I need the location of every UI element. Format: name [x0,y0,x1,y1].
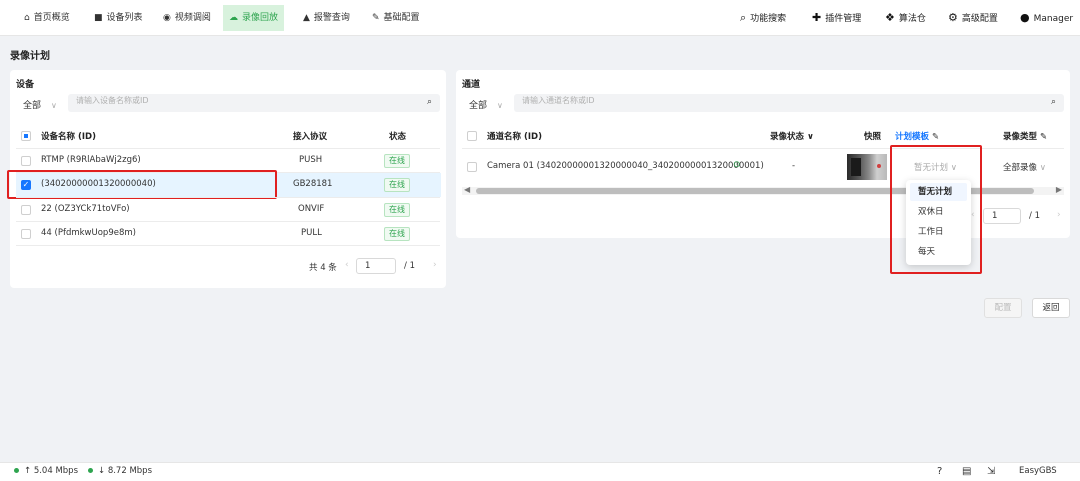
device-search-input[interactable] [76,96,376,105]
nav-playback[interactable]: ☁ 录像回放 [223,5,285,31]
status-badge: 在线 [384,154,410,168]
alarm-icon: ▲ [303,13,310,23]
pager-of: / 1 [404,261,415,271]
highlight-box [890,145,982,274]
snapshot-thumbnail[interactable] [847,154,887,180]
device-col-name: 设备名称 (ID) [41,132,96,142]
pager-of: / 1 [1029,211,1040,221]
export-icon[interactable]: ⇲ [987,466,995,477]
channel-col-plan[interactable]: 计划模板 ✎ [895,130,939,142]
device-panel-title: 设备 [16,80,35,90]
edit-icon: ✎ [372,13,380,23]
pager-page-input[interactable]: 1 [983,208,1021,224]
device-col-status: 状态 [389,132,407,142]
row-checkbox[interactable] [467,162,477,172]
chevron-down-icon: ∨ [51,101,57,110]
channel-name: Camera 01 (34020000001320000040_34020000… [487,161,764,171]
device-search-box: ⌕ [68,94,440,112]
rec-type-select[interactable]: 全部录像 ∨ [1003,161,1046,173]
status-dot [14,468,19,473]
chevron-down-icon: ∨ [806,132,814,142]
status-badge: 在线 [384,178,410,192]
back-button[interactable]: 返回 [1032,298,1070,318]
chevron-right-icon[interactable]: › [433,260,437,270]
channel-col-rec-status[interactable]: 录像状态 ∨ [770,130,814,142]
chevron-down-icon: ∨ [497,101,503,110]
status-dot [88,468,93,473]
config-button[interactable]: 配置 [984,298,1022,318]
nav-basic-config[interactable]: ✎ 基础配置 [366,5,426,31]
page-title: 录像计划 [10,51,50,62]
device-filter-select[interactable]: 全部 ∨ [23,98,57,111]
brand-label: EasyGBS [1019,466,1057,476]
channel-col-name: 通道名称 (ID) [487,132,542,142]
nav-user-menu[interactable]: ● Manager [1020,5,1073,31]
cloud-icon: ☁ [229,13,238,23]
divider [16,221,440,222]
upload-rate: ↑ 5.04 Mbps [14,466,78,476]
user-icon: ● [1020,11,1030,24]
top-nav: ⌂ 首页概览 ■ 设备列表 ◉ 视频调阅 ☁ 录像回放 ▲ 报警查询 ✎ 基础配置 ⌕ 功能搜… [0,0,1080,36]
pager-total: 共 4 条 [309,263,337,273]
chevron-right-icon[interactable]: › [1057,210,1061,220]
caret-left-icon[interactable]: ◀ [464,185,470,194]
status-badge: 在线 [384,203,410,217]
device-protocol: PULL [301,228,322,238]
nav-advanced-config[interactable]: ⚙ 高级配置 [948,5,998,31]
device-protocol: ONVIF [298,204,325,214]
play-circle-icon: ◉ [163,13,171,23]
check-circle-icon: ⊙ [733,160,741,170]
device-select-all-checkbox[interactable] [21,131,31,141]
nav-feature-search[interactable]: ⌕ 功能搜索 [740,5,786,31]
download-rate: ↓ 8.72 Mbps [88,466,152,476]
channel-search-input[interactable] [522,96,822,105]
nav-alarm[interactable]: ▲ 报警查询 [297,5,356,31]
channel-col-rec-type[interactable]: 录像类型 ✎ [1003,130,1047,142]
caret-right-icon[interactable]: ▶ [1056,185,1062,194]
nav-home[interactable]: ⌂ 首页概览 [18,5,76,31]
device-panel: 设备 全部∨ ⌕ 设备名称 (ID) 接入协议 状态 RTMP (R9RlAba… [7,70,446,288]
device-col-protocol: 接入协议 [293,132,328,142]
device-name: RTMP (R9RlAbaWj2zg6) [41,155,141,165]
device-protocol: GB28181 [293,179,333,189]
device-protocol: PUSH [299,155,323,165]
status-bar: ↑ 5.04 Mbps ↓ 8.72 Mbps ? ▤ ⇲ EasyGBS [0,462,1080,481]
nav-plugin-manage[interactable]: ✚ 插件管理 [812,5,861,31]
row-checkbox[interactable] [21,205,31,215]
search-icon[interactable]: ⌕ [427,97,432,107]
status-badge: 在线 [384,227,410,241]
help-icon[interactable]: ? [937,466,942,477]
device-name: 44 (PfdmkwUop9e8m) [41,228,136,238]
edit-icon[interactable]: ✎ [1040,132,1047,142]
nav-device-list[interactable]: ■ 设备列表 [88,5,149,31]
pager-page-input[interactable]: 1 [356,258,396,274]
chevron-down-icon: ∨ [1039,163,1046,173]
row-checkbox[interactable] [21,156,31,166]
divider [16,197,440,198]
nav-algorithm-store[interactable]: ❖ 算法仓 [885,5,926,31]
channel-col-snapshot: 快照 [864,132,882,142]
channel-filter-select[interactable]: 全部 ∨ [469,98,503,111]
document-icon[interactable]: ▤ [962,466,971,477]
puzzle-icon: ✚ [812,11,822,24]
search-icon[interactable]: ⌕ [1051,97,1056,107]
search-icon: ⌕ [740,11,747,24]
channel-select-all-checkbox[interactable] [467,131,477,141]
dropbox-icon: ❖ [885,11,895,24]
chevron-left-icon[interactable]: ‹ [345,260,349,270]
channel-panel-title: 通道 [462,80,481,90]
divider [16,245,440,246]
device-name: 22 (OZ3YCk71toVFo) [41,204,130,214]
video-camera-icon: ■ [94,13,103,23]
nav-video-view[interactable]: ◉ 视频调阅 [157,5,217,31]
gear-icon: ⚙ [948,11,958,24]
edit-icon[interactable]: ✎ [932,132,939,142]
channel-search-box: ⌕ [514,94,1064,112]
row-checkbox[interactable] [21,229,31,239]
divider [16,148,440,149]
home-icon: ⌂ [24,13,30,23]
highlight-box [7,170,277,199]
channel-rec-status: - [792,161,796,171]
